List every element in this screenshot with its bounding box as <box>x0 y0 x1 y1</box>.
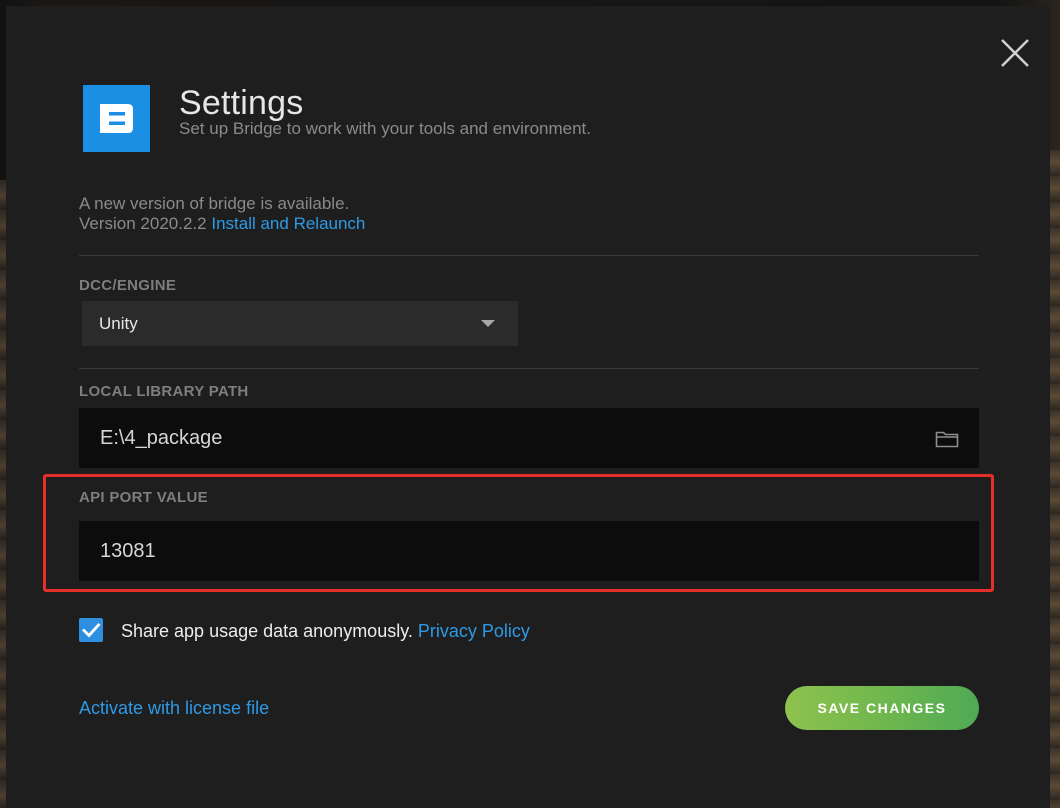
dcc-engine-select[interactable]: Unity <box>82 301 518 346</box>
local-library-path-value: E:\4_package <box>100 427 223 449</box>
page-subtitle: Set up Bridge to work with your tools an… <box>179 119 591 138</box>
share-usage-checkbox[interactable] <box>79 618 103 642</box>
caret-down-icon <box>481 320 495 327</box>
dcc-engine-value: Unity <box>99 314 138 333</box>
activate-license-link[interactable]: Activate with license file <box>79 698 269 719</box>
local-library-path-field[interactable]: E:\4_package <box>79 408 979 468</box>
update-version-line: Version 2020.2.2 Install and Relaunch <box>79 214 365 234</box>
privacy-policy-link[interactable]: Privacy Policy <box>418 621 530 641</box>
folder-icon[interactable] <box>935 430 959 448</box>
dcc-engine-label: DCC/ENGINE <box>79 277 177 294</box>
api-port-value: 13081 <box>100 540 156 562</box>
api-port-label: API PORT VALUE <box>79 489 208 506</box>
local-library-label: LOCAL LIBRARY PATH <box>79 383 249 400</box>
divider <box>79 255 979 256</box>
bridge-logo-icon <box>100 104 133 133</box>
update-message: A new version of bridge is available. <box>79 194 350 213</box>
api-port-field[interactable]: 13081 <box>79 521 979 581</box>
save-changes-label: SAVE CHANGES <box>817 700 947 716</box>
save-changes-button[interactable]: SAVE CHANGES <box>785 686 979 730</box>
bridge-logo <box>83 85 150 152</box>
background-texture <box>1050 150 1060 808</box>
close-button[interactable] <box>996 34 1034 72</box>
page-title: Settings <box>179 84 304 122</box>
share-usage-label: Share app usage data anonymously. <box>121 621 413 641</box>
divider <box>79 368 979 369</box>
install-relaunch-link[interactable]: Install and Relaunch <box>211 214 365 233</box>
checkmark-icon <box>82 623 101 638</box>
share-usage-text: Share app usage data anonymously. Privac… <box>121 621 530 642</box>
settings-dialog: Settings Set up Bridge to work with your… <box>6 6 1050 808</box>
update-version: Version 2020.2.2 <box>79 214 207 233</box>
close-icon[interactable] <box>996 34 1034 72</box>
